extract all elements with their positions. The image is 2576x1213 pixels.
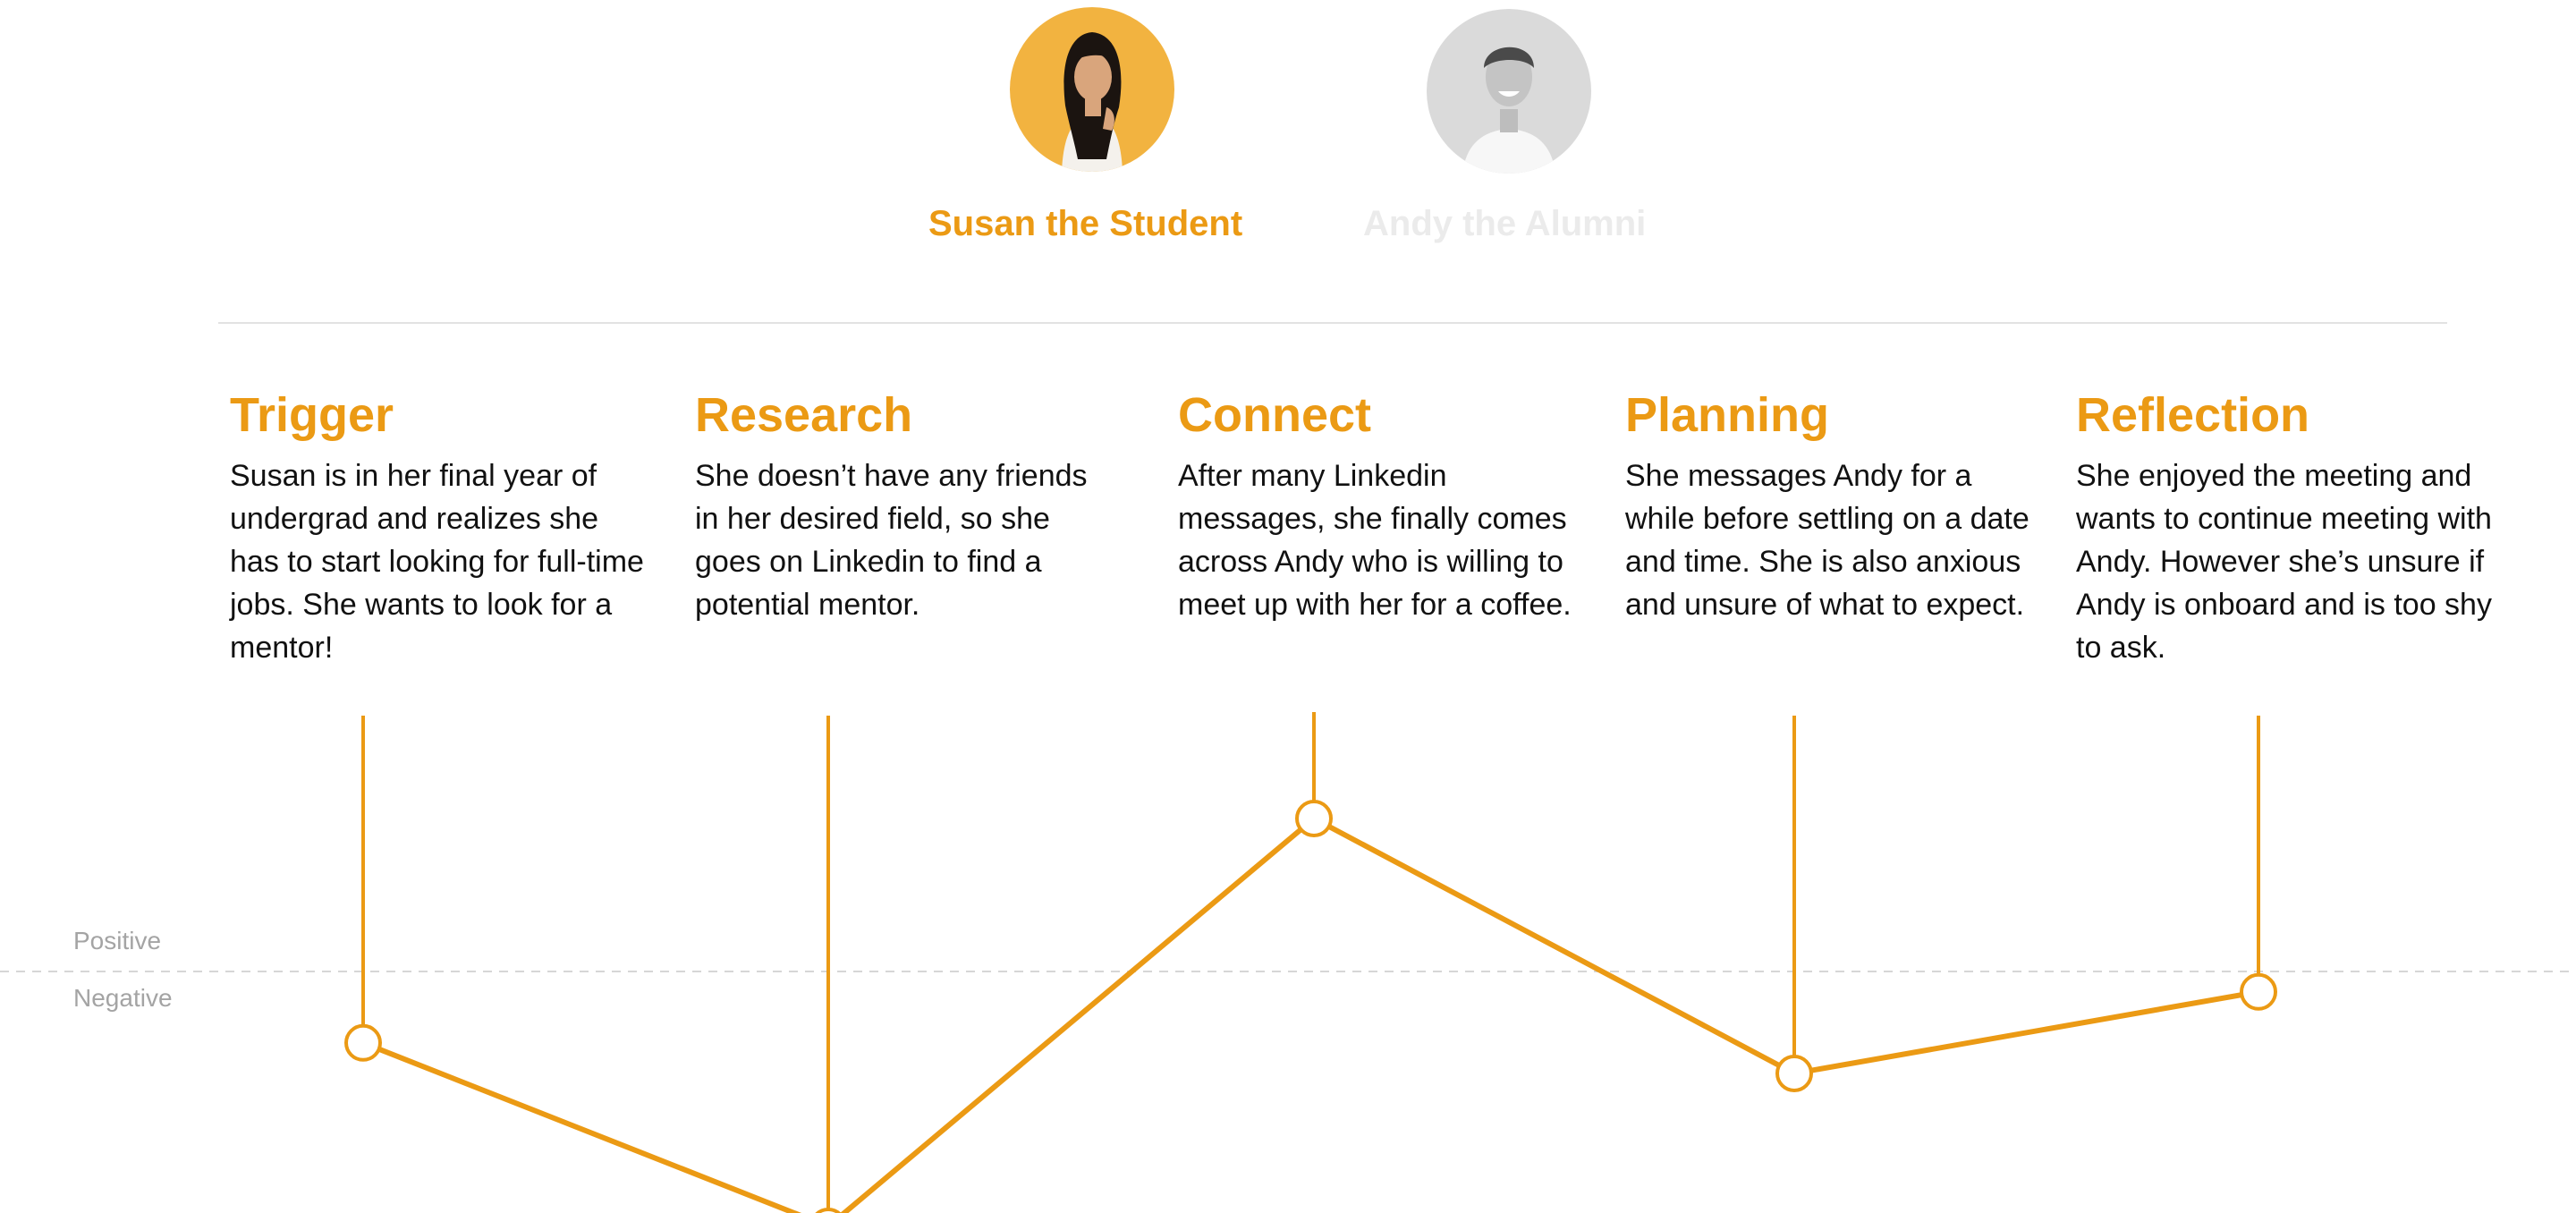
journey-point-reflection	[2240, 972, 2277, 1011]
journey-point-trigger	[344, 1023, 382, 1062]
journey-point-research	[815, 1208, 842, 1213]
journey-point-connect	[1295, 800, 1333, 837]
journey-line	[361, 816, 2259, 1213]
journey-point-planning	[1775, 1055, 1813, 1092]
emotion-journey-chart	[0, 712, 2576, 1213]
